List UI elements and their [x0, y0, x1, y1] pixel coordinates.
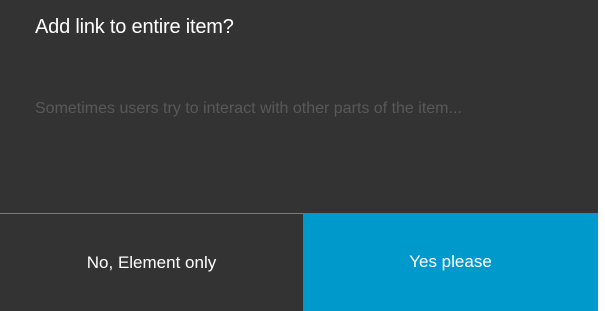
- dialog-title: Add link to entire item?: [35, 16, 234, 38]
- page-background-edge: [598, 0, 605, 311]
- dialog-message: Sometimes users try to interact with oth…: [35, 100, 462, 117]
- confirm-dialog: Add link to entire item? Sometimes users…: [0, 0, 605, 311]
- yes-please-button[interactable]: Yes please: [303, 213, 598, 311]
- no-element-only-button[interactable]: No, Element only: [0, 214, 303, 311]
